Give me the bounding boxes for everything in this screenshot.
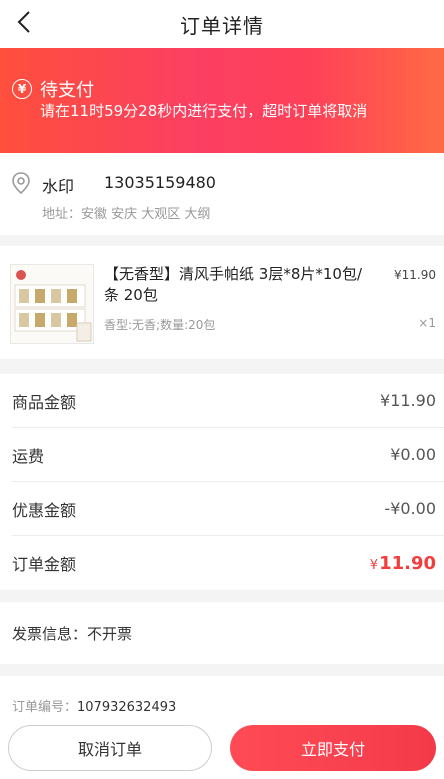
order-total-currency: ¥ <box>369 557 379 573</box>
freight-label: 运费 <box>12 446 45 466</box>
order-total-value: ¥11.90 <box>370 553 436 574</box>
goods-amount-value: ¥11.90 <box>380 391 436 410</box>
product-spec: 香型:无香;数量:20包 <box>104 318 216 332</box>
freight-value: ¥0.00 <box>390 445 436 464</box>
yen-circle-icon: ¥ <box>12 79 32 99</box>
discount-value: -¥0.00 <box>384 499 436 518</box>
cancel-order-button[interactable]: 取消订单 <box>8 725 212 771</box>
product-item[interactable]: 【无香型】清风手帕纸 3层*8片*10包/条 20包 香型:无香;数量:20包 … <box>0 246 444 359</box>
status-countdown-text: 请在11时59分28秒内进行支付，超时订单将取消 <box>40 102 368 120</box>
order-total-number: 11.90 <box>379 552 436 574</box>
product-quantity: ×1 <box>418 316 436 330</box>
product-image <box>10 264 94 344</box>
goods-amount-label: 商品金额 <box>12 392 77 412</box>
shipping-address-card[interactable]: 水印 13035159480 地址：安徽 安庆 大观区 大纲 <box>0 153 444 235</box>
address-detail: 地址：安徽 安庆 大观区 大纲 <box>42 207 211 222</box>
bottom-action-bar: 取消订单 立即支付 <box>0 716 444 779</box>
top-nav-bar: 订单详情 <box>0 0 444 48</box>
order-number-value: 107932632493 <box>77 700 177 715</box>
product-title: 【无香型】清风手帕纸 3层*8片*10包/条 20包 <box>104 265 362 304</box>
order-number: 订单编号：107932632493 <box>12 696 176 715</box>
order-status-banner: ¥ 待支付 请在11时59分28秒内进行支付，超时订单将取消 <box>0 48 444 153</box>
recipient-phone: 13035159480 <box>104 173 216 192</box>
discount-label: 优惠金额 <box>12 500 77 520</box>
invoice-text: 发票信息：不开票 <box>12 624 133 643</box>
recipient-name: 水印 <box>42 177 75 196</box>
chevron-left-icon <box>17 11 30 33</box>
amount-summary: 商品金额 ¥11.90 运费 ¥0.00 优惠金额 -¥0.00 订单金额 ¥1… <box>0 374 444 590</box>
invoice-info[interactable]: 发票信息：不开票 <box>0 602 444 664</box>
order-total-row: 订单金额 ¥11.90 <box>12 536 444 590</box>
order-number-label: 订单编号： <box>12 700 78 715</box>
freight-row: 运费 ¥0.00 <box>12 428 444 482</box>
goods-amount-row: 商品金额 ¥11.90 <box>12 374 444 428</box>
product-price: ¥11.90 <box>394 268 436 282</box>
back-button[interactable] <box>6 4 42 40</box>
discount-row: 优惠金额 -¥0.00 <box>12 482 444 536</box>
order-total-label: 订单金额 <box>12 555 77 574</box>
pay-now-button[interactable]: 立即支付 <box>230 725 436 771</box>
page-title: 订单详情 <box>180 13 264 38</box>
status-title: 待支付 <box>40 80 94 101</box>
location-pin-icon <box>12 172 30 195</box>
